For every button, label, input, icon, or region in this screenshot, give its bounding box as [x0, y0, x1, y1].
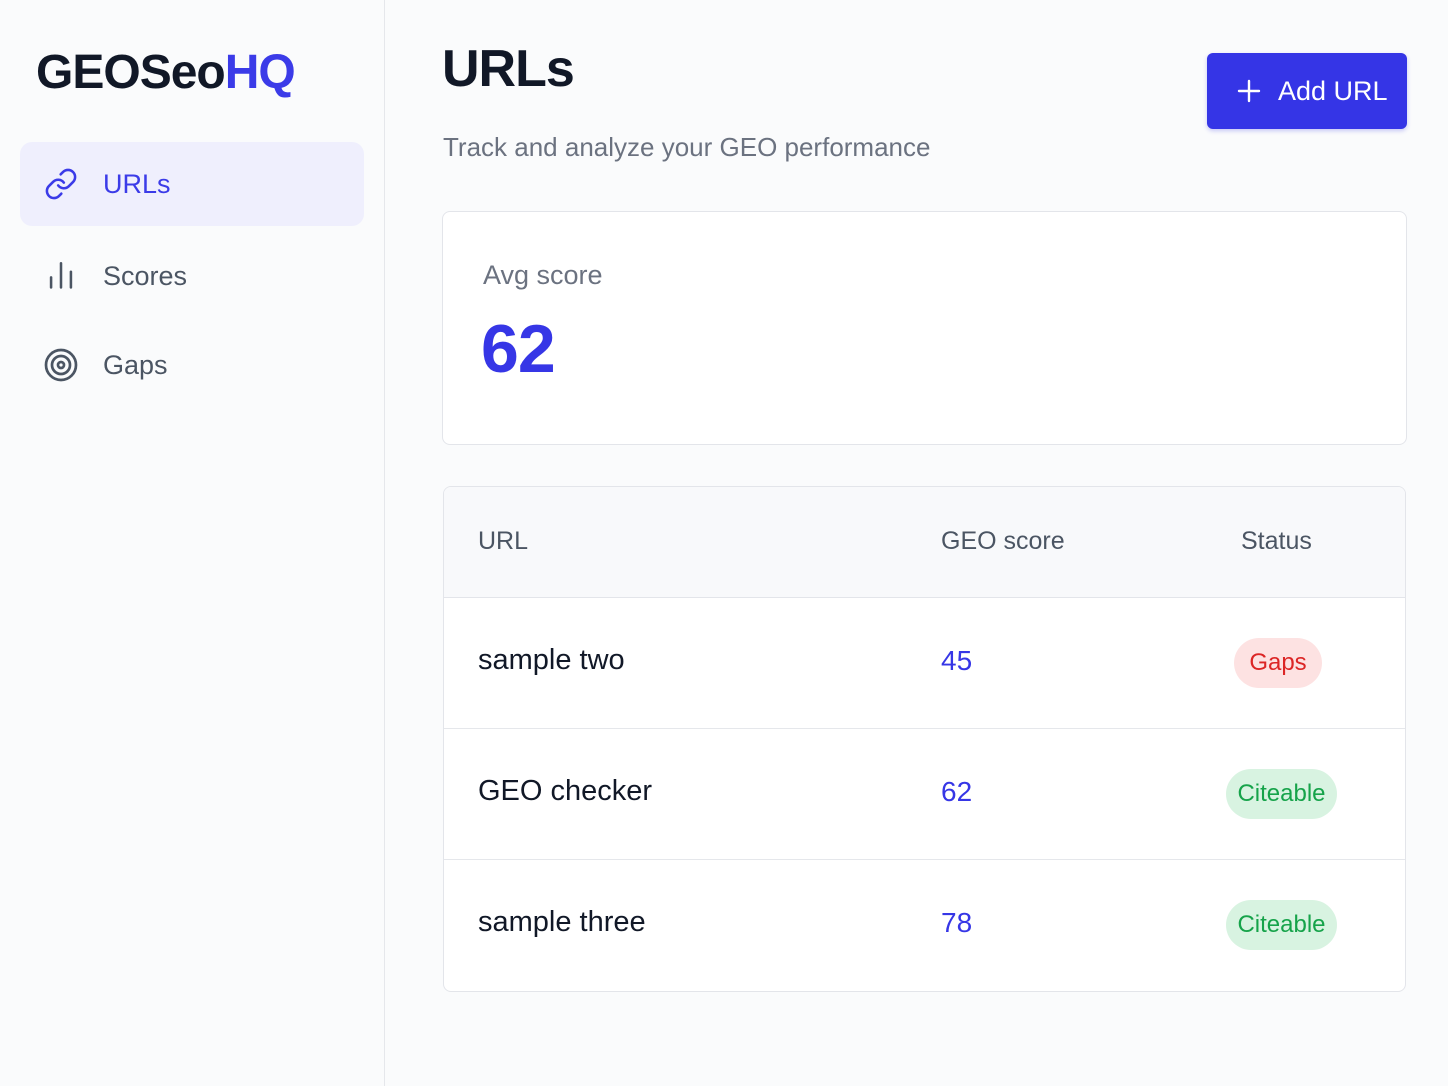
sidebar: GEOSeoHQ URLs Scores Gaps — [0, 0, 385, 1086]
avg-score-card: Avg score 62 — [442, 211, 1407, 445]
add-url-button[interactable]: Add URL — [1207, 53, 1407, 129]
status-badge: Citeable — [1226, 769, 1337, 819]
sidebar-item-scores[interactable]: Scores — [20, 234, 364, 318]
column-header-geo-score[interactable]: GEO score — [941, 527, 1065, 556]
table-row[interactable]: GEO checker 62 Citeable — [444, 729, 1405, 860]
url-cell[interactable]: sample three — [478, 906, 646, 939]
column-header-status[interactable]: Status — [1241, 527, 1312, 556]
page-title: URLs — [442, 40, 575, 98]
sidebar-item-gaps[interactable]: Gaps — [20, 323, 364, 407]
link-icon — [42, 165, 80, 203]
bar-chart-icon — [42, 257, 80, 295]
table-row[interactable]: sample two 45 Gaps — [444, 598, 1405, 729]
sidebar-item-urls[interactable]: URLs — [20, 142, 364, 226]
status-badge: Citeable — [1226, 900, 1337, 950]
avg-score-value: 62 — [481, 311, 556, 387]
url-cell[interactable]: GEO checker — [478, 775, 652, 808]
status-badge: Gaps — [1234, 638, 1322, 688]
column-header-url[interactable]: URL — [478, 527, 528, 556]
sidebar-item-label: URLs — [103, 168, 171, 199]
add-url-button-label: Add URL — [1278, 75, 1388, 106]
avg-score-label: Avg score — [483, 260, 603, 290]
geo-score-cell: 62 — [941, 776, 973, 807]
url-cell[interactable]: sample two — [478, 644, 625, 677]
urls-table: URL GEO score Status sample two 45 Gaps … — [443, 486, 1406, 992]
table-row[interactable]: sample three 78 Citeable — [444, 860, 1405, 991]
sidebar-item-label: Scores — [103, 260, 188, 291]
app-root: GEOSeoHQ URLs Scores Gaps URLs Track and… — [0, 0, 1448, 1086]
brand-name-main: GEOSeo — [36, 46, 226, 99]
brand-name-accent: HQ — [224, 46, 296, 99]
sidebar-item-label: Gaps — [103, 349, 168, 380]
page-subtitle: Track and analyze your GEO performance — [443, 132, 931, 162]
brand-logo: GEOSeoHQ — [36, 44, 296, 102]
target-icon — [42, 346, 80, 384]
plus-icon — [1237, 79, 1261, 103]
table-header: URL GEO score Status — [444, 487, 1405, 598]
geo-score-cell: 45 — [941, 645, 973, 676]
geo-score-cell: 78 — [941, 907, 973, 938]
